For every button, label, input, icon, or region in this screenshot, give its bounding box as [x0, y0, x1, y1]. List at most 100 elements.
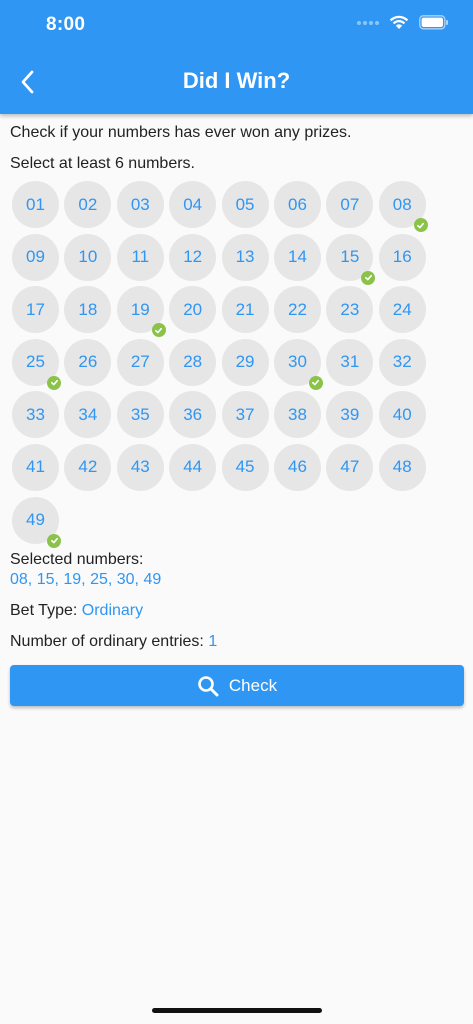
- number-label: 28: [183, 352, 203, 372]
- number-label: 46: [287, 457, 307, 477]
- number-ball-08[interactable]: 08: [378, 181, 428, 232]
- number-ball-27[interactable]: 27: [116, 338, 164, 386]
- number-ball-41[interactable]: 41: [12, 443, 59, 491]
- number-ball-32[interactable]: 32: [378, 338, 426, 386]
- number-label: 29: [235, 352, 255, 372]
- number-ball-28[interactable]: 28: [169, 338, 217, 386]
- number-label: 21: [235, 299, 255, 319]
- number-ball-45[interactable]: 45: [221, 443, 269, 491]
- number-ball-18[interactable]: 18: [64, 286, 112, 334]
- number-ball-01[interactable]: 01: [12, 181, 59, 228]
- number-label: 47: [340, 457, 360, 477]
- number-label: 13: [235, 247, 255, 267]
- number-label: 03: [130, 194, 150, 214]
- number-label: 23: [340, 299, 360, 319]
- number-ball-43[interactable]: 43: [116, 443, 164, 491]
- number-label: 15: [340, 247, 360, 267]
- number-label: 14: [287, 247, 307, 267]
- number-ball-46[interactable]: 46: [273, 443, 321, 491]
- number-ball-39[interactable]: 39: [326, 391, 374, 439]
- number-ball-33[interactable]: 33: [12, 391, 59, 439]
- number-label: 11: [131, 247, 150, 267]
- number-label: 41: [26, 457, 45, 477]
- status-icons: [357, 15, 449, 30]
- number-label: 43: [130, 457, 150, 477]
- number-ball-11[interactable]: 11: [116, 233, 164, 281]
- number-ball-21[interactable]: 21: [221, 286, 269, 334]
- number-label: 04: [183, 194, 203, 214]
- number-label: 05: [235, 194, 255, 214]
- number-ball-34[interactable]: 34: [64, 391, 112, 439]
- signal-icon: [357, 20, 379, 25]
- number-ball-05[interactable]: 05: [221, 181, 269, 228]
- number-ball-26[interactable]: 26: [64, 338, 112, 386]
- number-ball-16[interactable]: 16: [378, 233, 426, 281]
- number-label: 26: [78, 352, 98, 372]
- number-label: 31: [340, 352, 360, 372]
- number-label: 07: [340, 194, 360, 214]
- number-ball-22[interactable]: 22: [273, 286, 321, 334]
- number-label: 38: [287, 404, 307, 424]
- number-ball-47[interactable]: 47: [326, 443, 374, 491]
- number-label: 39: [340, 404, 360, 424]
- number-ball-20[interactable]: 20: [169, 286, 217, 334]
- check-badge-icon: [361, 270, 376, 285]
- number-ball-15[interactable]: 15: [326, 233, 376, 285]
- number-ball-31[interactable]: 31: [326, 338, 374, 386]
- number-ball-23[interactable]: 23: [326, 286, 374, 334]
- number-ball-19[interactable]: 19: [116, 286, 166, 338]
- number-ball-40[interactable]: 40: [378, 391, 426, 439]
- selected-numbers-value: 08, 15, 19, 25, 30, 49: [10, 571, 162, 588]
- number-label: 27: [130, 352, 150, 372]
- number-label: 10: [78, 247, 98, 267]
- number-ball-44[interactable]: 44: [169, 443, 217, 491]
- number-ball-38[interactable]: 38: [273, 391, 321, 439]
- number-grid: 01 02 03 04 05 06 07 08 09 10 11 12 13 14 15 16 17 18 19 20…: [12, 181, 432, 548]
- number-ball-24[interactable]: 24: [378, 286, 426, 334]
- bet-type-value: Ordinary: [81, 602, 144, 619]
- number-ball-07[interactable]: 07: [326, 181, 374, 228]
- number-ball-30[interactable]: 30: [273, 338, 323, 390]
- number-ball-48[interactable]: 48: [378, 443, 426, 491]
- check-badge-icon: [151, 323, 166, 338]
- number-ball-09[interactable]: 09: [12, 233, 59, 281]
- number-ball-29[interactable]: 29: [221, 338, 269, 386]
- number-ball-03[interactable]: 03: [116, 181, 164, 228]
- number-label: 37: [235, 404, 255, 424]
- number-ball-06[interactable]: 06: [273, 181, 321, 228]
- number-ball-36[interactable]: 36: [169, 391, 217, 439]
- instruction-text: Select at least 6 numbers.: [10, 155, 195, 172]
- page-title: Did I Win?: [182, 68, 291, 93]
- number-ball-04[interactable]: 04: [169, 181, 217, 228]
- home-indicator: [152, 1008, 322, 1013]
- number-label: 30: [287, 352, 307, 372]
- number-ball-13[interactable]: 13: [221, 233, 269, 281]
- number-ball-42[interactable]: 42: [64, 443, 112, 491]
- number-label: 08: [392, 194, 412, 214]
- status-time: 8:00: [46, 14, 86, 35]
- number-label: 44: [183, 457, 203, 477]
- intro-text: Check if your numbers has ever won any p…: [10, 124, 352, 141]
- number-ball-25[interactable]: 25: [12, 338, 61, 390]
- number-ball-12[interactable]: 12: [169, 233, 217, 281]
- number-ball-14[interactable]: 14: [273, 233, 321, 281]
- number-ball-35[interactable]: 35: [116, 391, 164, 439]
- number-ball-10[interactable]: 10: [64, 233, 112, 281]
- search-icon: [198, 675, 219, 696]
- number-ball-02[interactable]: 02: [64, 181, 112, 228]
- number-label: 09: [26, 247, 45, 267]
- number-label: 36: [183, 404, 203, 424]
- number-label: 02: [78, 194, 98, 214]
- number-ball-37[interactable]: 37: [221, 391, 269, 439]
- number-ball-49[interactable]: 49: [12, 496, 61, 548]
- number-label: 33: [26, 404, 45, 424]
- wifi-icon: [389, 15, 409, 29]
- number-ball-17[interactable]: 17: [12, 286, 59, 334]
- number-label: 42: [78, 457, 98, 477]
- number-label: 25: [26, 352, 45, 372]
- check-button[interactable]: Check: [10, 665, 464, 706]
- check-badge-icon: [47, 533, 61, 548]
- check-badge-icon: [413, 218, 428, 232]
- number-label: 49: [26, 510, 45, 530]
- main-content: Check if your numbers has ever won any p…: [10, 122, 465, 175]
